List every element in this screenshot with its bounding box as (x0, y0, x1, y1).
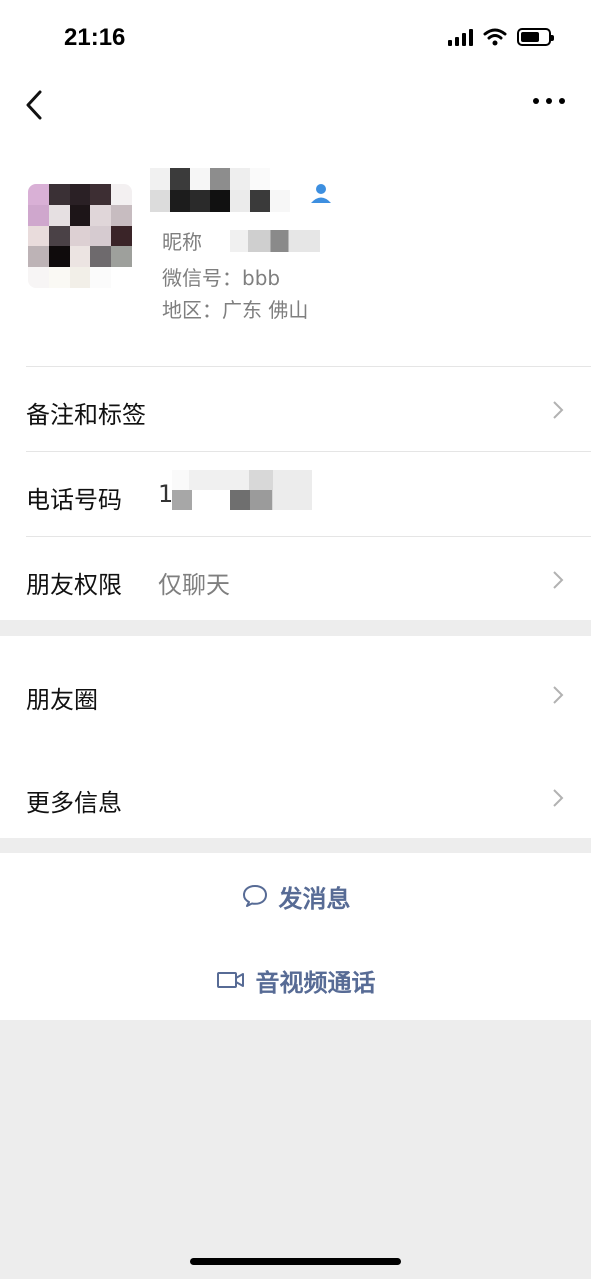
nickname-label: 昵称 (162, 230, 202, 254)
back-button[interactable] (20, 88, 50, 122)
chevron-right-icon (553, 401, 564, 419)
moments-label: 朋友圈 (26, 686, 98, 714)
avatar[interactable] (28, 184, 132, 288)
phone-value-prefix: 1 (158, 480, 174, 508)
pixelated-name (150, 168, 290, 212)
status-time: 21:16 (64, 24, 126, 51)
contact-person-icon (311, 184, 331, 203)
region: 地区：广东 佛山 (162, 298, 309, 322)
chevron-right-icon (553, 686, 564, 704)
divider (26, 366, 591, 367)
wifi-icon (483, 28, 507, 46)
friend-permission-label: 朋友权限 (26, 571, 122, 599)
video-call-button[interactable]: 音视频通话 (0, 960, 591, 1000)
blurred-nickname (230, 230, 320, 252)
chat-bubble-icon (242, 885, 267, 907)
send-message-button[interactable]: 发消息 (0, 876, 591, 916)
wechat-id: 微信号：bbb (162, 266, 281, 290)
status-icons (448, 28, 554, 46)
battery-icon (517, 28, 554, 46)
video-call-label: 音视频通话 (255, 968, 376, 997)
blurred-phone-lower (172, 490, 272, 510)
more-options-button[interactable] (533, 98, 565, 104)
video-camera-icon (216, 972, 244, 988)
chevron-right-icon (553, 571, 564, 589)
phone-label: 电话号码 (26, 486, 122, 514)
send-message-label: 发消息 (278, 884, 351, 913)
signal-icon (448, 28, 473, 46)
friend-permission-value: 仅聊天 (158, 571, 230, 599)
divider (26, 451, 591, 452)
chevron-right-icon (553, 789, 564, 807)
more-info-label: 更多信息 (26, 789, 122, 817)
divider (26, 536, 591, 537)
remarks-tags-label: 备注和标签 (26, 401, 146, 429)
home-indicator[interactable] (190, 1258, 401, 1265)
